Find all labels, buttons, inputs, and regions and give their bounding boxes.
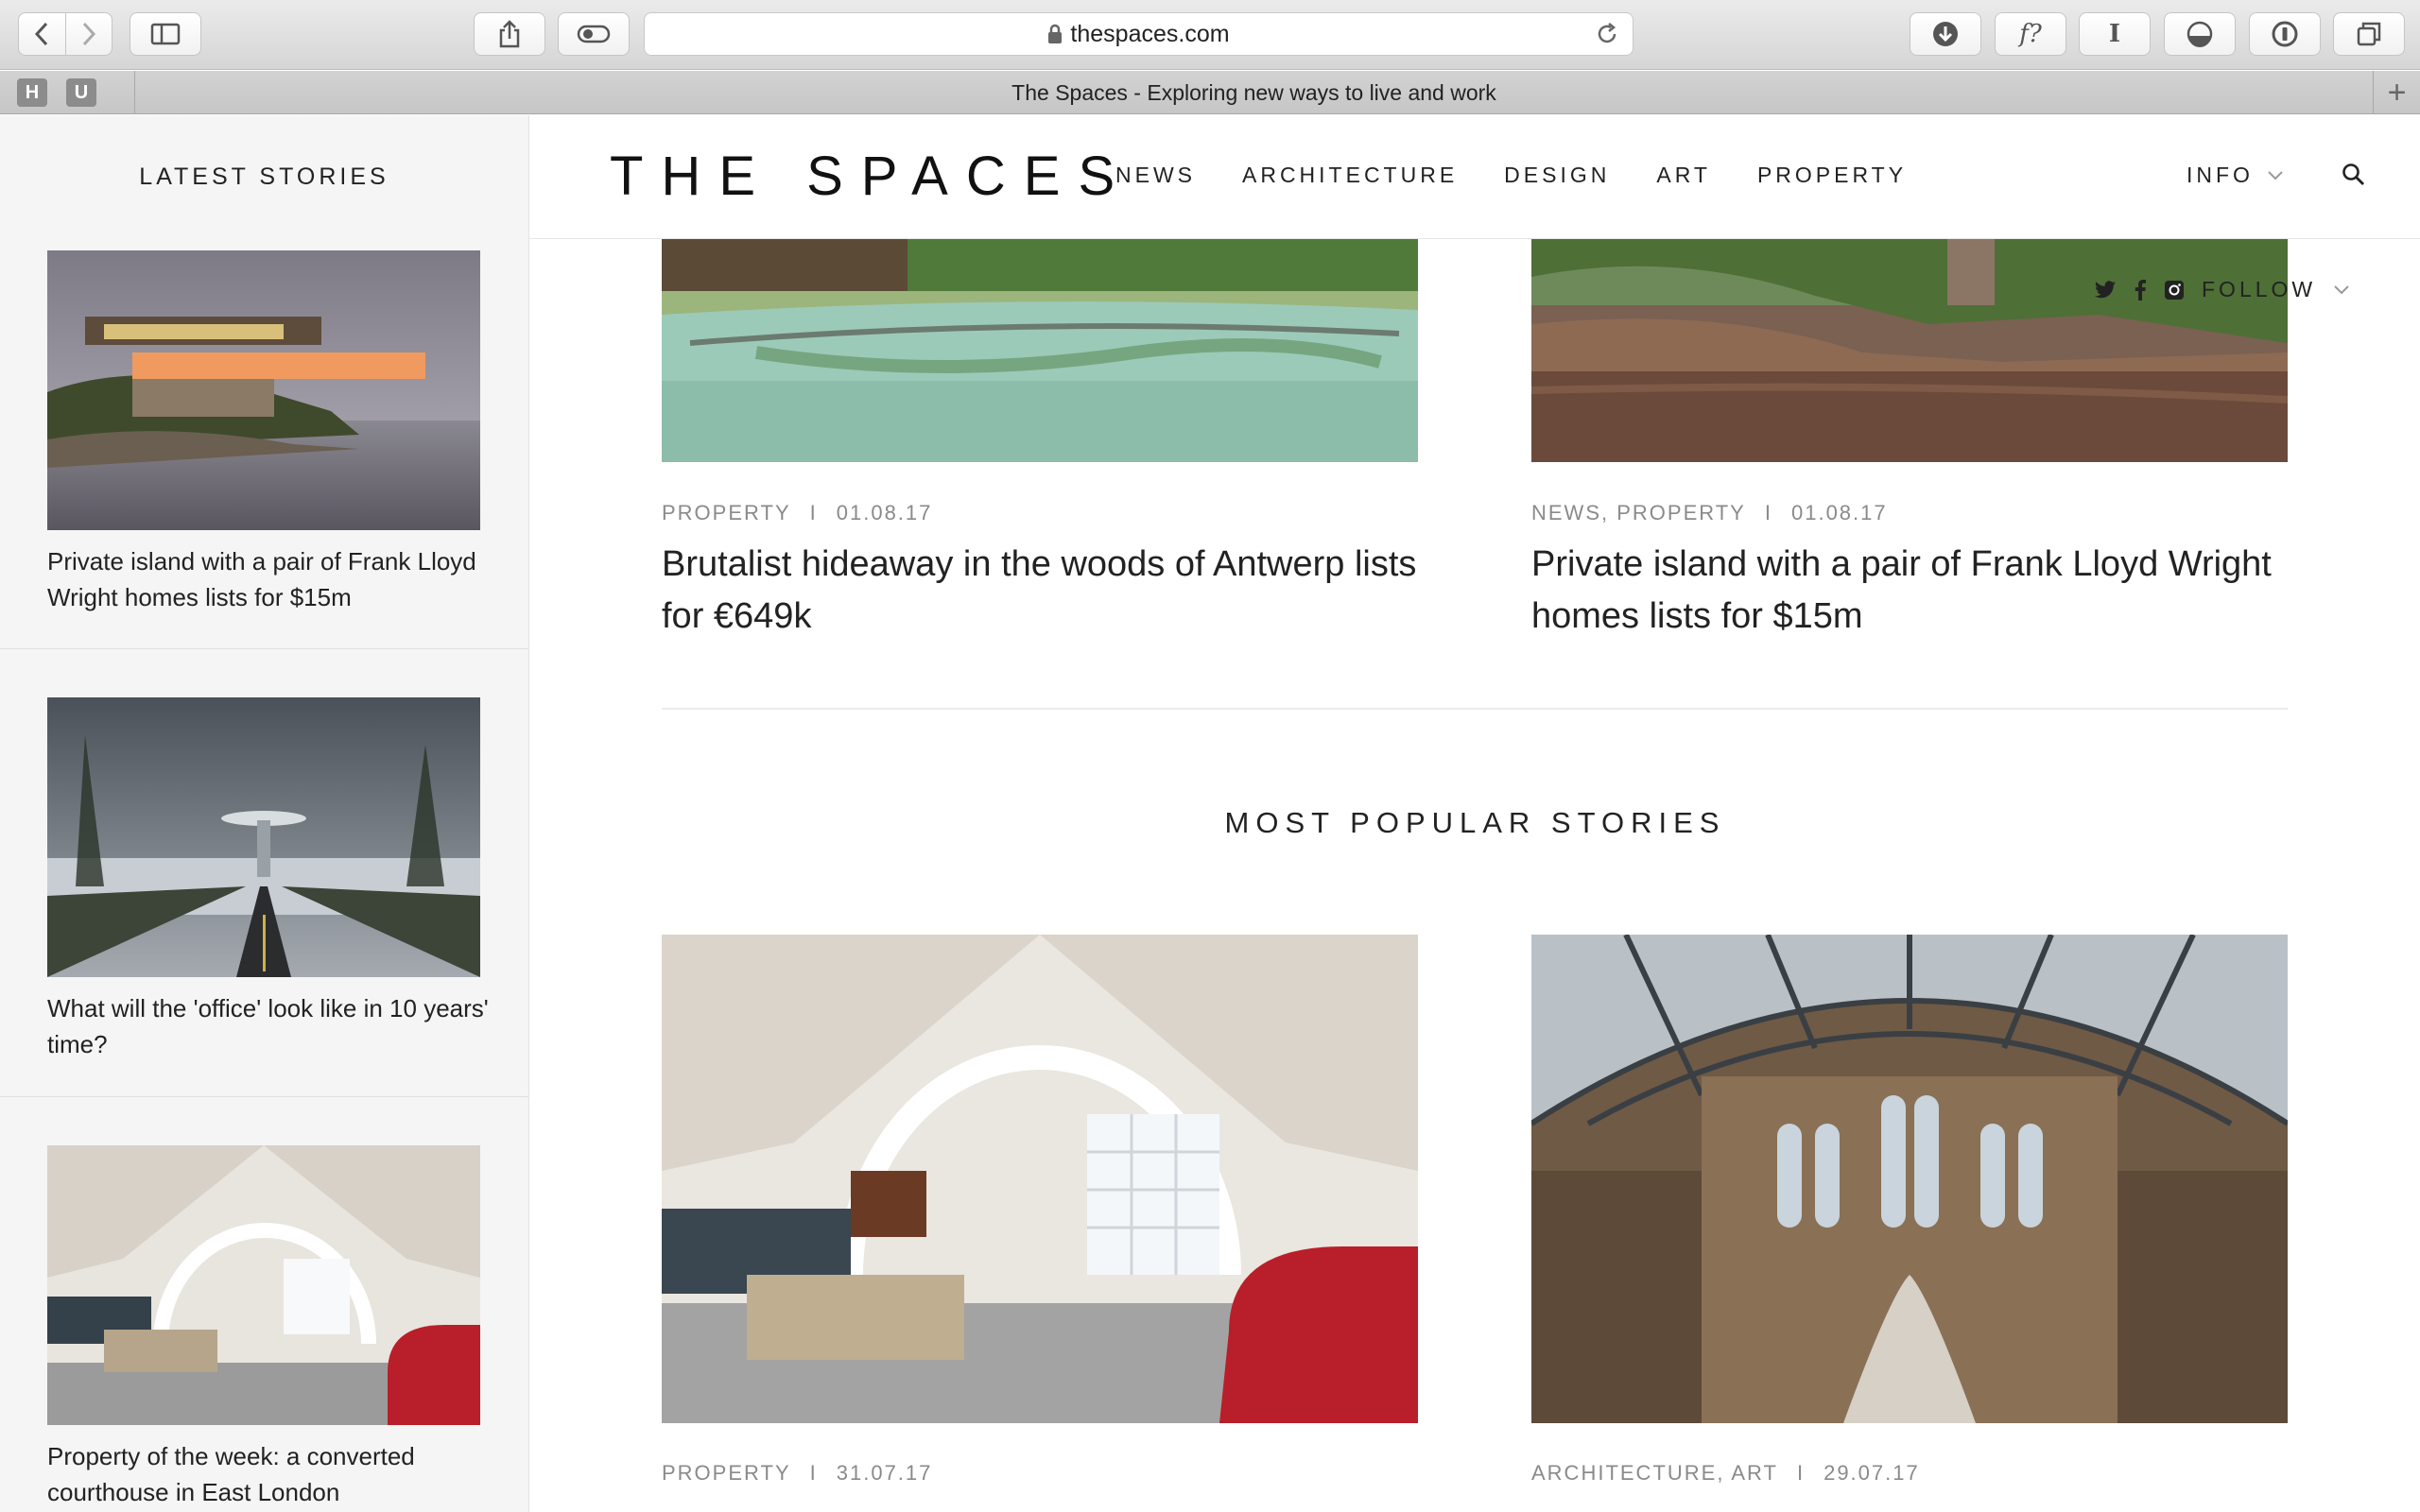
follow-bar: FOLLOW: [2094, 277, 2350, 302]
half-circle-icon: [2187, 21, 2213, 47]
favorites-bar: H U: [0, 71, 135, 114]
site-logo[interactable]: THE SPACES: [610, 147, 1132, 206]
story-category[interactable]: PROPERTY: [662, 501, 791, 524]
font-ext-button[interactable]: f?: [1995, 12, 2066, 56]
story-meta: NEWS, PROPERTY I 01.08.17: [1531, 501, 1888, 525]
story-thumbnail[interactable]: [47, 250, 480, 530]
history-nav: [18, 12, 112, 56]
story-title[interactable]: Private island with a pair of Frank Lloy…: [1531, 539, 2288, 643]
story-category[interactable]: ARCHITECTURE, ART: [1531, 1461, 1778, 1485]
tab-bar: H U The Spaces - Exploring new ways to l…: [0, 71, 2420, 114]
tabs-overview-button[interactable]: [2333, 12, 2405, 56]
sidebar-story-1[interactable]: Private island with a pair of Frank Lloy…: [0, 239, 528, 649]
share-icon: [499, 20, 520, 48]
story-thumbnail[interactable]: [47, 1145, 480, 1425]
story-date: 01.08.17: [836, 501, 933, 524]
favorite-h[interactable]: H: [17, 78, 47, 107]
sidebar-story-2[interactable]: What will the 'office' look like in 10 y…: [0, 649, 528, 1097]
story-image-island[interactable]: [1531, 239, 2288, 462]
sidebar-icon: [150, 23, 181, 45]
chevron-right-icon: [82, 22, 95, 46]
share-button[interactable]: [474, 12, 545, 56]
story-title[interactable]: What will the 'office' look like in 10 y…: [47, 990, 492, 1062]
search-icon: [2342, 163, 2364, 185]
story-title[interactable]: Brutalist hideaway in the woods of Antwe…: [662, 539, 1418, 643]
browser-toolbar: thespaces.com f? I: [0, 0, 2420, 70]
meta-separator: I: [809, 1461, 818, 1485]
facebook-icon[interactable]: [2134, 279, 2147, 301]
instagram-icon[interactable]: [2164, 280, 2185, 301]
instapaper-button[interactable]: I: [2079, 12, 2151, 56]
story-category[interactable]: NEWS, PROPERTY: [1531, 501, 1746, 524]
instapaper-icon: I: [2108, 20, 2121, 48]
follow-label[interactable]: FOLLOW: [2202, 277, 2316, 302]
info-label: INFO: [2187, 163, 2254, 187]
story-date: 01.08.17: [1790, 501, 1888, 524]
sidebar-story-3[interactable]: Property of the week: a converted courth…: [0, 1097, 528, 1512]
story-meta: PROPERTY I 31.07.17: [662, 1461, 932, 1486]
latest-stories-sidebar: Private island with a pair of Frank Lloy…: [0, 239, 529, 1512]
new-tab-button[interactable]: +: [2373, 71, 2420, 114]
extension-circle-button[interactable]: [2164, 12, 2236, 56]
chevron-down-icon[interactable]: [2333, 284, 2350, 296]
forward-button[interactable]: [64, 13, 112, 55]
story-meta: PROPERTY I 01.08.17: [662, 501, 932, 525]
address-bar[interactable]: thespaces.com: [644, 12, 1634, 56]
info-menu[interactable]: INFO: [2187, 163, 2284, 188]
site-header: LATEST STORIES THE SPACES NEWS ARCHITECT…: [0, 115, 2420, 239]
story-meta: ARCHITECTURE, ART I 29.07.17: [1531, 1461, 1920, 1486]
main-nav: NEWS ARCHITECTURE DESIGN ART PROPERTY: [1115, 163, 1907, 188]
meta-separator: I: [809, 501, 818, 524]
story-thumbnail[interactable]: [47, 697, 480, 977]
key-circle-icon: [2272, 21, 2298, 47]
extension-toggle-button[interactable]: [558, 12, 630, 56]
story-image-brutalist[interactable]: [662, 239, 1418, 462]
story-date: 29.07.17: [1824, 1461, 1920, 1485]
sidebar-toggle-button[interactable]: [130, 12, 201, 56]
tabs-icon: [2357, 22, 2381, 46]
nav-architecture[interactable]: ARCHITECTURE: [1242, 163, 1458, 188]
popular-image-museum[interactable]: [1531, 935, 2288, 1423]
meta-separator: I: [1796, 1461, 1806, 1485]
nav-property[interactable]: PROPERTY: [1757, 163, 1907, 188]
most-popular-heading: MOST POPULAR STORIES: [1224, 806, 1726, 839]
story-title[interactable]: Property of the week: a converted courth…: [47, 1438, 492, 1510]
story-title[interactable]: Private island with a pair of Frank Lloy…: [47, 543, 492, 615]
toggle-icon: [577, 25, 611, 43]
main-content: PROPERTY I 01.08.17 Brutalist hideaway in …: [530, 239, 2420, 1512]
download-icon: [1933, 22, 1958, 46]
search-button[interactable]: [2338, 159, 2370, 191]
meta-separator: I: [1764, 501, 1772, 524]
downloads-button[interactable]: [1910, 12, 1981, 56]
reload-icon[interactable]: [1595, 22, 1619, 53]
lock-icon: [1047, 24, 1063, 44]
chevron-left-icon: [35, 22, 48, 46]
url-text: thespaces.com: [1070, 20, 1230, 47]
section-divider: [662, 708, 2288, 710]
story-category[interactable]: PROPERTY: [662, 1461, 791, 1485]
nav-design[interactable]: DESIGN: [1504, 163, 1610, 188]
popular-image-courthouse[interactable]: [662, 935, 1418, 1423]
back-button[interactable]: [19, 13, 65, 55]
favorite-u[interactable]: U: [66, 78, 96, 107]
chevron-down-icon: [2268, 170, 2283, 180]
font-question-icon: f?: [2019, 20, 2042, 48]
story-date: 31.07.17: [836, 1461, 933, 1485]
active-tab[interactable]: The Spaces - Exploring new ways to live …: [135, 71, 2373, 114]
nav-news[interactable]: NEWS: [1115, 163, 1196, 188]
twitter-icon[interactable]: [2094, 280, 2117, 300]
latest-stories-label[interactable]: LATEST STORIES: [0, 115, 529, 239]
nav-art[interactable]: ART: [1656, 163, 1711, 188]
password-manager-button[interactable]: [2249, 12, 2321, 56]
